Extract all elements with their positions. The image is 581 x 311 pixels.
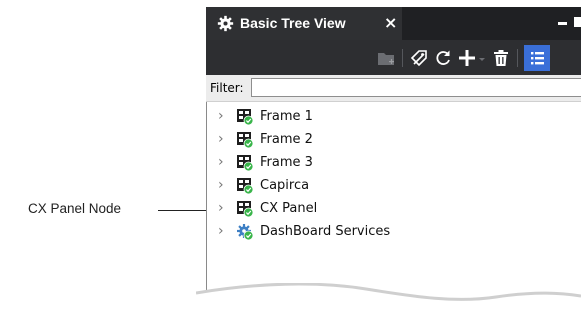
tree-item-dashboard-services[interactable]: › DashBoard Services bbox=[207, 221, 577, 244]
tree-item-capirca[interactable]: › Capirca bbox=[207, 175, 577, 198]
expand-icon[interactable]: › bbox=[218, 131, 224, 147]
tree-item-frame-3[interactable]: › Frame 3 bbox=[207, 152, 577, 175]
refresh-icon[interactable] bbox=[434, 49, 452, 67]
toolbar-separator bbox=[517, 49, 518, 67]
callout-label: CX Panel Node bbox=[28, 201, 122, 216]
tree-item-label: DashBoard Services bbox=[260, 224, 391, 239]
tree-item-cx-panel[interactable]: › CX Panel bbox=[207, 198, 577, 221]
tree-item-label: Frame 3 bbox=[260, 155, 313, 170]
toolbar bbox=[206, 40, 581, 75]
add-icon[interactable] bbox=[458, 49, 476, 67]
expand-icon[interactable]: › bbox=[218, 154, 224, 170]
list-view-icon[interactable] bbox=[524, 45, 550, 71]
filter-label: Filter: bbox=[210, 81, 244, 95]
new-folder-icon[interactable] bbox=[377, 49, 395, 67]
title-bar: Basic Tree View × bbox=[206, 7, 581, 40]
panel-node-icon bbox=[237, 155, 254, 172]
basic-tree-view-panel: Basic Tree View × Filter: › Frame 1 › Fr… bbox=[206, 7, 581, 311]
services-icon bbox=[237, 224, 254, 241]
callout-leader-line bbox=[158, 210, 212, 211]
tab-basic-tree-view[interactable]: Basic Tree View × bbox=[206, 7, 402, 40]
gear-icon bbox=[217, 15, 234, 32]
expand-icon[interactable]: › bbox=[218, 177, 224, 193]
expand-icon[interactable]: › bbox=[218, 108, 224, 124]
delete-icon[interactable] bbox=[492, 49, 510, 67]
panel-node-icon bbox=[237, 201, 254, 218]
tree-item-label: Capirca bbox=[260, 178, 310, 193]
tree-view: › Frame 1 › Frame 2 › Frame 3 › Capirca … bbox=[206, 102, 581, 311]
tree-item-label: Frame 1 bbox=[260, 109, 313, 124]
tree-item-label: Frame 2 bbox=[260, 132, 313, 147]
minimize-icon[interactable] bbox=[558, 22, 567, 25]
tree-item-label: CX Panel bbox=[260, 201, 318, 216]
tree-item-frame-1[interactable]: › Frame 1 bbox=[207, 106, 577, 129]
toolbar-separator bbox=[402, 49, 403, 67]
expand-icon[interactable]: › bbox=[218, 223, 224, 239]
add-dropdown-icon[interactable] bbox=[478, 49, 486, 67]
tree-item-frame-2[interactable]: › Frame 2 bbox=[207, 129, 577, 152]
panel-node-icon bbox=[237, 109, 254, 126]
tag-edit-icon[interactable] bbox=[410, 49, 428, 67]
close-icon[interactable]: × bbox=[384, 13, 397, 33]
panel-node-icon bbox=[237, 132, 254, 149]
expand-icon[interactable]: › bbox=[218, 200, 224, 216]
torn-edge-decoration bbox=[196, 283, 581, 311]
filter-input[interactable] bbox=[251, 78, 581, 97]
tree-list: › Frame 1 › Frame 2 › Frame 3 › Capirca … bbox=[207, 106, 577, 244]
panel-node-icon bbox=[237, 178, 254, 195]
maximize-icon[interactable] bbox=[574, 17, 581, 27]
filter-row: Filter: bbox=[206, 75, 581, 102]
tab-title: Basic Tree View bbox=[240, 15, 346, 31]
